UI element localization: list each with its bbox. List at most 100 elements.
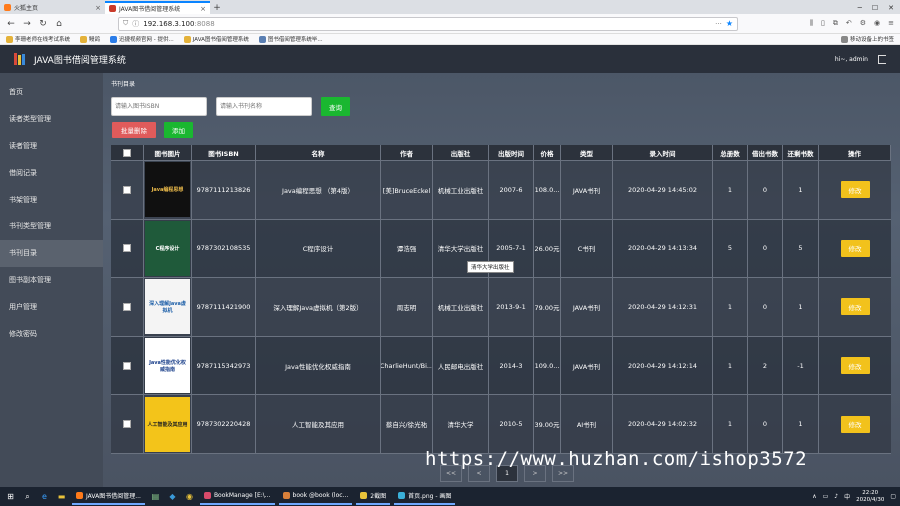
notepad-icon[interactable]: ▤: [149, 490, 162, 503]
close-icon[interactable]: ×: [200, 5, 206, 13]
edit-button[interactable]: 修改: [840, 357, 870, 375]
sidebar-item-label: 借阅记录: [9, 168, 37, 177]
bookmark-item[interactable]: 迅捷视频官网 - 提供...: [110, 35, 174, 43]
back-icon[interactable]: ←: [6, 19, 16, 29]
row-checkbox[interactable]: [123, 185, 131, 194]
search-icon[interactable]: ⌕: [21, 490, 34, 503]
cell-lent: 0: [748, 395, 783, 453]
tab-java-library[interactable]: JAVA图书借阅管理系统 ×: [105, 1, 210, 14]
chrome-icon[interactable]: ◉: [183, 490, 196, 503]
bookmark-item[interactable]: 图书借阅管理系统毕...: [258, 35, 323, 43]
cover-cell: C程序设计: [144, 219, 192, 278]
name-search-input[interactable]: [216, 97, 312, 116]
close-window-icon[interactable]: ✕: [888, 4, 894, 12]
cover-cell: Java性能优化权威指南: [144, 336, 192, 395]
sidebar-item-book-types[interactable]: 书刊类型管理: [0, 213, 103, 240]
sidebar-item-catalog[interactable]: 书刊目录: [0, 239, 103, 267]
column-header: 名称: [256, 145, 381, 160]
bookmark-item[interactable]: 鳗鸽: [80, 35, 100, 43]
close-icon[interactable]: ×: [95, 4, 101, 12]
home-icon[interactable]: ⌂: [54, 19, 64, 29]
row-checkbox[interactable]: [123, 361, 131, 370]
sidebar-item-shelves[interactable]: 书架管理: [0, 186, 103, 213]
info-icon: ⓘ: [132, 19, 140, 28]
cell-name: Java性能优化权威指南: [256, 336, 381, 395]
chevron-up-icon[interactable]: ∧: [812, 493, 816, 500]
minimize-icon[interactable]: ─: [858, 4, 862, 12]
notification-icon[interactable]: ▢: [890, 493, 896, 500]
taskbar: ⊞ ⌕ e ▬ JAVA图书借阅管理... ▤ ◆ ◉ BookManage […: [0, 487, 900, 506]
forward-icon[interactable]: →: [22, 19, 32, 29]
watermark: https://www.huzhan.com/ishop3572: [425, 448, 808, 470]
account-icon[interactable]: ◉: [874, 19, 880, 28]
network-icon[interactable]: ▭: [823, 493, 829, 500]
column-header: 类型: [561, 145, 613, 160]
bookmark-item[interactable]: 李珊老师在线考试系统: [6, 35, 70, 43]
bookmark-label: 鳗鸽: [89, 37, 101, 43]
taskbar-app-folder[interactable]: 2截图: [356, 488, 391, 505]
reload-icon[interactable]: ↻: [38, 19, 48, 29]
explorer-icon[interactable]: ▬: [55, 490, 68, 503]
edit-button[interactable]: 修改: [840, 298, 870, 316]
url-bar[interactable]: ⛉ ⓘ 192.168.3.100:8088 ··· ★: [118, 16, 738, 31]
batch-delete-button[interactable]: 批量删除: [112, 122, 156, 138]
select-all-checkbox[interactable]: [123, 148, 131, 157]
folder-icon: [6, 35, 13, 43]
action-cell: 修改: [819, 278, 891, 336]
sidebar-icon[interactable]: ▯: [821, 19, 825, 28]
sidebar-item-change-password[interactable]: 修改密码: [0, 320, 103, 347]
new-tab-button[interactable]: +: [210, 1, 224, 14]
url-port: :8088: [194, 19, 215, 28]
action-cell: 修改: [819, 220, 891, 278]
sidebar-item-readers[interactable]: 读者管理: [0, 133, 103, 160]
taskbar-app-navicat[interactable]: book @book (loc...: [278, 488, 353, 505]
edit-button[interactable]: 修改: [840, 239, 870, 257]
row-checkbox[interactable]: [123, 302, 131, 311]
add-button[interactable]: 添加: [164, 122, 193, 138]
sidebar-item-reader-types[interactable]: 读者类型管理: [0, 106, 103, 133]
taskbar-app-idea[interactable]: BookManage [E:\...: [199, 488, 275, 505]
menu-icon[interactable]: ≡: [888, 19, 894, 28]
select-all-cell[interactable]: [111, 145, 144, 160]
firefox-icon: [76, 492, 83, 499]
bookmark-star-icon[interactable]: ★: [726, 19, 733, 28]
library-icon[interactable]: ⫼: [810, 19, 813, 28]
search-button[interactable]: 查询: [321, 97, 350, 116]
sidebar-item-users[interactable]: 用户管理: [0, 293, 103, 320]
edge-icon[interactable]: e: [38, 490, 51, 503]
column-header: 操作: [819, 145, 891, 160]
book-cover-image: C程序设计: [145, 220, 190, 276]
bookmark-item[interactable]: JAVA图书借阅管理系统: [183, 35, 249, 43]
edit-button[interactable]: 修改: [840, 181, 870, 199]
logout-icon[interactable]: [878, 54, 886, 64]
sidebar-item-copies[interactable]: 图书副本管理: [0, 267, 103, 294]
clock[interactable]: 22:20 2020/4/30: [856, 490, 884, 504]
table-row: Java性能优化权威指南 9787115342973 Java性能优化权威指南 Cha…: [111, 336, 891, 396]
edit-button[interactable]: 修改: [840, 415, 870, 433]
volume-icon[interactable]: ♪: [834, 493, 838, 500]
cell-date: 2013-9-1: [489, 278, 534, 336]
maximize-icon[interactable]: ☐: [872, 4, 878, 12]
more-icon[interactable]: ···: [715, 20, 722, 28]
mobile-bookmarks[interactable]: 移动设备上的书签: [840, 35, 894, 43]
extensions-icon[interactable]: ⚙: [860, 19, 866, 28]
sidebar-item-home[interactable]: 首页: [0, 79, 103, 106]
tab-firefox-home[interactable]: 火狐主页 ×: [0, 1, 105, 14]
screenshot-icon[interactable]: ⧉: [833, 19, 838, 28]
taskbar-app-firefox[interactable]: JAVA图书借阅管理...: [72, 488, 145, 505]
tab-label: 火狐主页: [14, 5, 39, 12]
sidebar-item-borrow-records[interactable]: 借阅记录: [0, 159, 103, 186]
isbn-search-input[interactable]: [111, 97, 207, 116]
row-checkbox[interactable]: [123, 420, 131, 429]
taskbar-app-paint[interactable]: 首页.png - 画图: [394, 488, 456, 505]
ime-indicator[interactable]: 中: [844, 492, 850, 501]
undo-icon[interactable]: ↶: [846, 19, 852, 28]
cell-isbn: 9787302108535: [192, 219, 256, 278]
cell-lent: 0: [748, 161, 783, 219]
sidebar-item-label: 修改密码: [9, 329, 37, 338]
windows-start-icon[interactable]: ⊞: [4, 490, 17, 503]
row-checkbox[interactable]: [123, 244, 131, 253]
vscode-icon[interactable]: ◆: [166, 490, 179, 503]
cell-total: 1: [713, 161, 748, 219]
sidebar: 首页 读者类型管理 读者管理 借阅记录 书架管理 书刊类型管理 书刊目录 图书副…: [0, 73, 103, 487]
